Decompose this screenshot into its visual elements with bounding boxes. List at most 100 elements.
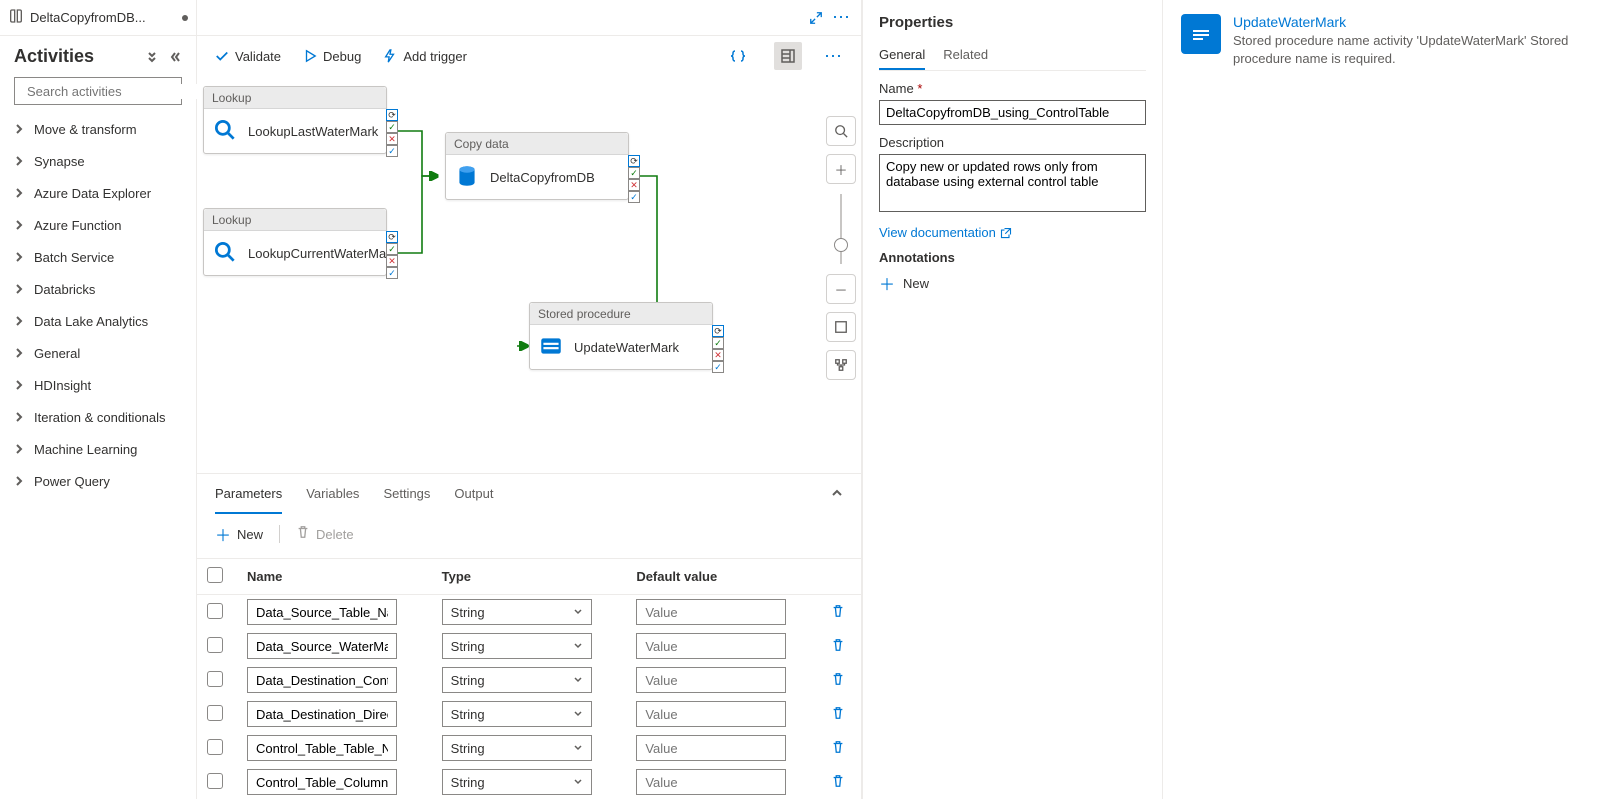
row-checkbox[interactable] (207, 637, 223, 653)
param-type-select[interactable]: String (442, 769, 592, 795)
node-lookup-last-watermark[interactable]: Lookup LookupLastWaterMark ⟳✓✕✓ (203, 86, 387, 154)
param-name-input[interactable] (247, 667, 397, 693)
param-name-input[interactable] (247, 769, 397, 795)
param-type-select[interactable]: String (442, 599, 592, 625)
param-type-select[interactable]: String (442, 633, 592, 659)
activity-category[interactable]: Batch Service (4, 241, 192, 273)
sidebar: DeltaCopyfromDB... Activities Move & tra… (0, 0, 197, 799)
param-name-input[interactable] (247, 633, 397, 659)
row-checkbox[interactable] (207, 773, 223, 789)
search-activities-input[interactable] (14, 77, 182, 105)
properties-tabs: General Related (879, 41, 1146, 71)
delete-row-button[interactable] (831, 674, 845, 689)
param-default-input[interactable] (636, 701, 786, 727)
chevron-right-icon (14, 410, 24, 425)
activity-category[interactable]: Iteration & conditionals (4, 401, 192, 433)
add-trigger-button[interactable]: Add trigger (383, 49, 467, 64)
param-default-input[interactable] (636, 769, 786, 795)
chevron-down-icon (573, 709, 583, 719)
param-name-input[interactable] (247, 735, 397, 761)
bottom-tab-settings[interactable]: Settings (383, 474, 430, 514)
activity-category[interactable]: Data Lake Analytics (4, 305, 192, 337)
zoom-in-button[interactable]: ＋ (826, 154, 856, 184)
lookup-icon (212, 239, 238, 268)
chevron-right-icon (14, 282, 24, 297)
code-view-button[interactable] (724, 42, 752, 70)
param-default-input[interactable] (636, 599, 786, 625)
trash-icon (296, 525, 310, 544)
activity-category[interactable]: Azure Data Explorer (4, 177, 192, 209)
param-default-input[interactable] (636, 667, 786, 693)
activity-category[interactable]: Machine Learning (4, 433, 192, 465)
delete-row-button[interactable] (831, 640, 845, 655)
canvas-controls: ＋ － (821, 76, 861, 473)
properties-toggle-button[interactable] (774, 42, 802, 70)
bottom-tab-variables[interactable]: Variables (306, 474, 359, 514)
properties-tab-general[interactable]: General (879, 41, 925, 70)
param-name-input[interactable] (247, 701, 397, 727)
node-copy-data[interactable]: Copy data DeltaCopyfromDB ⟳✓✕✓ (445, 132, 629, 200)
delete-row-button[interactable] (831, 606, 845, 621)
param-default-input[interactable] (636, 633, 786, 659)
activity-category[interactable]: Synapse (4, 145, 192, 177)
zoom-out-button[interactable]: － (826, 274, 856, 304)
param-type-select[interactable]: String (442, 701, 592, 727)
layout-button[interactable] (826, 350, 856, 380)
table-row: String (197, 629, 861, 663)
select-all-checkbox[interactable] (207, 567, 223, 583)
activity-category[interactable]: Power Query (4, 465, 192, 497)
param-type-select[interactable]: String (442, 667, 592, 693)
fit-to-screen-button[interactable] (826, 312, 856, 342)
bottom-tab-parameters[interactable]: Parameters (215, 474, 282, 514)
view-documentation-link[interactable]: View documentation (879, 225, 1146, 240)
zoom-slider[interactable] (840, 194, 842, 264)
row-checkbox[interactable] (207, 671, 223, 687)
new-parameter-button[interactable]: ＋New (215, 522, 263, 546)
row-checkbox[interactable] (207, 739, 223, 755)
param-default-input[interactable] (636, 735, 786, 761)
chevron-right-icon (14, 186, 24, 201)
delete-parameter-button[interactable]: Delete (296, 525, 354, 544)
toolbar-more-icon[interactable]: ⋯ (824, 46, 843, 67)
pipeline-name-input[interactable] (879, 100, 1146, 125)
activity-category[interactable]: Databricks (4, 273, 192, 305)
row-checkbox[interactable] (207, 603, 223, 619)
window-controls: ⋯ (197, 0, 861, 36)
chevron-down-icon (573, 743, 583, 753)
chevron-down-icon (573, 641, 583, 651)
error-title-link[interactable]: UpdateWaterMark (1233, 14, 1596, 30)
expand-all-icon[interactable] (144, 49, 160, 65)
activity-category[interactable]: Azure Function (4, 209, 192, 241)
delete-row-button[interactable] (831, 742, 845, 757)
delete-row-button[interactable] (831, 708, 845, 723)
debug-button[interactable]: Debug (303, 49, 361, 64)
maximize-icon[interactable] (808, 10, 824, 26)
annotations-label: Annotations (879, 250, 1146, 265)
error-message: Stored procedure name activity 'UpdateWa… (1233, 32, 1596, 68)
activity-category[interactable]: General (4, 337, 192, 369)
bottom-panel: Parameters Variables Settings Output ＋New D… (197, 473, 861, 799)
node-lookup-current-watermark[interactable]: Lookup LookupCurrentWaterMark ⟳✓✕✓ (203, 208, 387, 276)
properties-tab-related[interactable]: Related (943, 41, 988, 70)
pipeline-canvas[interactable]: Lookup LookupLastWaterMark ⟳✓✕✓ Lookup L… (197, 76, 821, 473)
bottom-tab-output[interactable]: Output (454, 474, 493, 514)
activity-category[interactable]: Move & transform (4, 113, 192, 145)
param-type-select[interactable]: String (442, 735, 592, 761)
delete-row-button[interactable] (831, 776, 845, 791)
param-name-input[interactable] (247, 599, 397, 625)
activity-category[interactable]: HDInsight (4, 369, 192, 401)
search-canvas-button[interactable] (826, 116, 856, 146)
row-checkbox[interactable] (207, 705, 223, 721)
node-stored-procedure[interactable]: Stored procedure UpdateWaterMark ⟳✓✕✓ (529, 302, 713, 370)
pipeline-tab[interactable]: DeltaCopyfromDB... (0, 0, 196, 36)
new-annotation-button[interactable]: ＋New (879, 271, 1146, 295)
table-row: String (197, 765, 861, 799)
pipeline-description-input[interactable] (879, 154, 1146, 212)
more-menu-icon[interactable]: ⋯ (832, 7, 851, 28)
name-label: Name * (879, 81, 1146, 96)
collapse-bottom-icon[interactable] (831, 487, 843, 502)
external-link-icon (1000, 227, 1012, 239)
collapse-panel-icon[interactable] (166, 49, 182, 65)
chevron-right-icon (14, 122, 24, 137)
validate-button[interactable]: Validate (215, 49, 281, 64)
